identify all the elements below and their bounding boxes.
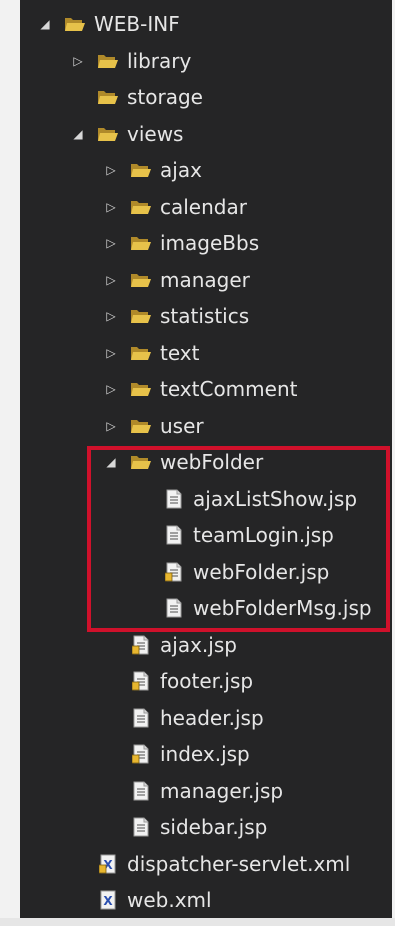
collapsed-arrow-icon[interactable]: ▷ — [102, 309, 120, 323]
jsp-file-modified-icon — [130, 743, 152, 765]
tree-item-label: header.jsp — [160, 705, 264, 730]
tree-item[interactable]: ▷Xdispatcher-servlet.xml — [69, 846, 350, 882]
folder-open-icon — [130, 451, 152, 473]
tree-item-label: views — [127, 121, 184, 146]
tree-item[interactable]: ▷header.jsp — [102, 700, 264, 736]
collapsed-arrow-icon[interactable]: ▷ — [102, 200, 120, 214]
folder-open-icon — [97, 123, 119, 145]
tree-item-label: text — [160, 340, 200, 365]
tree-item-label: index.jsp — [160, 742, 250, 766]
folder-open-icon — [130, 415, 152, 437]
collapsed-arrow-icon[interactable]: ▷ — [102, 382, 120, 396]
collapsed-arrow-icon[interactable]: ▷ — [102, 163, 120, 177]
collapsed-arrow-icon[interactable]: ▷ — [102, 273, 120, 287]
folder-open-icon — [130, 196, 152, 218]
jsp-file-icon — [163, 488, 185, 510]
expanded-arrow-icon[interactable]: ◢ — [36, 17, 54, 31]
tree-item[interactable]: ▷ manager — [102, 262, 250, 298]
jsp-file-icon — [163, 524, 185, 546]
tree-item[interactable]: ▷ imageBbs — [102, 225, 259, 261]
tree-item-label: statistics — [160, 304, 250, 328]
tree-item-label: manager.jsp — [160, 778, 284, 803]
jsp-file-modified-icon — [130, 634, 152, 656]
folder-open-icon — [130, 269, 152, 291]
expanded-arrow-icon[interactable]: ◢ — [102, 455, 120, 469]
svg-text:X: X — [103, 894, 113, 908]
tree-item-label: ajax.jsp — [160, 632, 237, 657]
tree-item[interactable]: ◢ webFolder — [102, 444, 263, 480]
expanded-arrow-icon[interactable]: ◢ — [69, 127, 87, 141]
folder-open-icon — [130, 342, 152, 364]
tree-item[interactable]: ▷footer.jsp — [102, 663, 253, 699]
jsp-file-modified-icon — [130, 670, 152, 692]
tree-item-label: footer.jsp — [160, 669, 254, 693]
tree-item[interactable]: ▷ statistics — [102, 298, 249, 334]
tree-item[interactable]: ▷Xweb.xml — [69, 882, 212, 918]
collapsed-arrow-icon[interactable]: ▷ — [69, 54, 87, 68]
collapsed-arrow-icon[interactable]: ▷ — [102, 236, 120, 250]
tree-item[interactable]: ▷ textComment — [102, 371, 297, 407]
tree-item[interactable]: ▷ library — [69, 43, 191, 79]
collapsed-arrow-icon[interactable]: ▷ — [102, 419, 120, 433]
collapsed-arrow-icon[interactable]: ▷ — [102, 346, 120, 360]
tree-item[interactable]: ▷ajax.jsp — [102, 627, 237, 663]
tree-item[interactable]: ▷webFolderMsg.jsp — [135, 590, 372, 626]
tree-item-label: storage — [127, 85, 203, 109]
tree-item[interactable]: ▷storage — [69, 79, 203, 115]
tree-item-label: ajax — [160, 158, 202, 182]
tree-item-label: WEB-INF — [94, 12, 180, 36]
folder-open-icon — [97, 50, 119, 72]
tree-item-label: textComment — [160, 377, 298, 401]
folder-open-icon — [97, 86, 119, 108]
tree-item[interactable]: ▷ user — [102, 408, 204, 444]
xml-file-icon: X — [97, 889, 119, 911]
tree-item-label: web.xml — [127, 888, 212, 912]
tree-item[interactable]: ◢ WEB-INF — [36, 6, 180, 42]
jsp-file-icon — [130, 707, 152, 729]
tree-item[interactable]: ▷ calendar — [102, 189, 247, 225]
bottom-strip — [0, 918, 395, 926]
tree-item[interactable]: ▷ajaxListShow.jsp — [135, 481, 357, 517]
tree-item-label: teamLogin.jsp — [193, 523, 334, 547]
jsp-file-icon — [130, 816, 152, 838]
folder-open-icon — [130, 378, 152, 400]
jsp-file-icon — [163, 597, 185, 619]
tree-item-label: webFolder — [160, 450, 264, 474]
folder-open-icon — [130, 159, 152, 181]
tree-item-label: sidebar.jsp — [160, 815, 268, 839]
folder-open-icon — [130, 305, 152, 327]
tree-item-label: manager — [160, 267, 250, 292]
jsp-file-modified-icon — [163, 561, 185, 583]
tree-item-label: library — [127, 48, 192, 73]
tree-item-label: calendar — [160, 194, 247, 219]
xml-file-modified-icon: X — [97, 853, 119, 875]
tree-item-label: imageBbs — [160, 231, 260, 255]
jsp-file-icon — [130, 780, 152, 802]
file-tree: ◢WEB-INF▷library▷storage◢views▷ajax▷cale… — [0, 0, 395, 926]
tree-item[interactable]: ▷ ajax — [102, 152, 202, 188]
tree-item[interactable]: ▷index.jsp — [102, 736, 250, 772]
tree-item-label: webFolder.jsp — [193, 559, 330, 584]
tree-item[interactable]: ◢ views — [69, 116, 183, 152]
tree-item[interactable]: ▷webFolder.jsp — [135, 554, 329, 590]
tree-item[interactable]: ▷sidebar.jsp — [102, 809, 267, 845]
folder-open-icon — [130, 232, 152, 254]
tree-item[interactable]: ▷manager.jsp — [102, 773, 283, 809]
tree-item-label: dispatcher-servlet.xml — [127, 851, 351, 876]
tree-item-label: webFolderMsg.jsp — [193, 596, 372, 620]
tree-item[interactable]: ▷ text — [102, 335, 199, 371]
tree-item-label: ajaxListShow.jsp — [193, 486, 358, 511]
tree-item[interactable]: ▷teamLogin.jsp — [135, 517, 334, 553]
folder-open-icon — [64, 13, 86, 35]
tree-item-label: user — [160, 413, 204, 438]
